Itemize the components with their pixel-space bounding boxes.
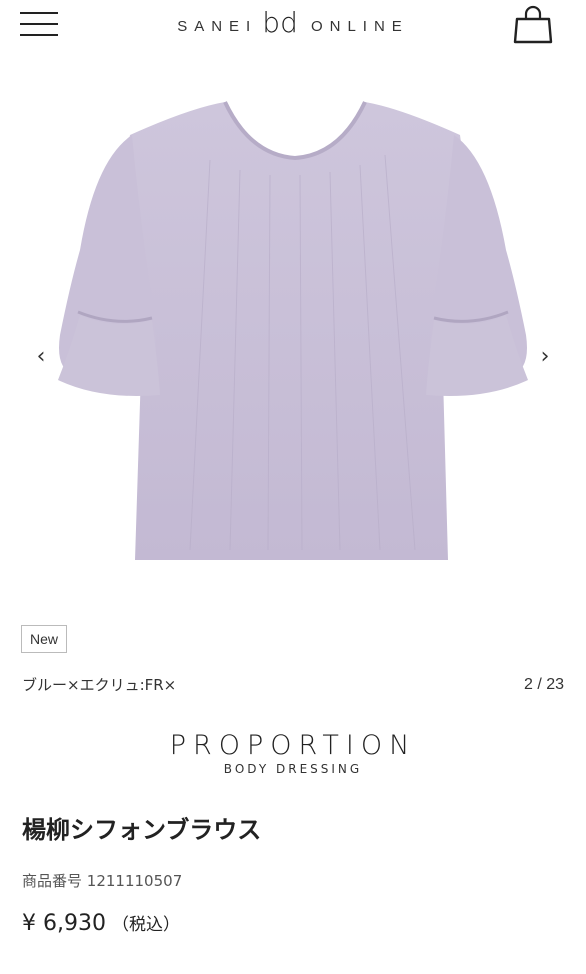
tax-note: （税込） (111, 915, 180, 935)
sku-label: 商品番号 (22, 872, 83, 890)
new-badge: New (21, 625, 68, 653)
product-title: 楊柳シフォンブラウス (22, 816, 262, 844)
site-logo[interactable]: SANEI bd ONLINE (0, 6, 586, 43)
product-price: ¥ 6,930 （税込） (22, 910, 180, 936)
product-image (58, 101, 528, 560)
site-header: SANEI bd ONLINE (0, 0, 586, 48)
selected-color-label: ブルー×エクリュ:FR× (22, 676, 177, 694)
logo-right-text: ONLINE (310, 18, 409, 35)
chevron-right-icon[interactable]: › (533, 342, 557, 372)
price-value: ¥ 6,930 (22, 911, 106, 936)
sku-value: 1211110507 (86, 872, 183, 890)
logo-left-text: SANEI (177, 18, 258, 35)
logo-mark: bd (262, 6, 298, 39)
brand-name: PROPORTION (169, 730, 417, 761)
brand-subtitle: BODY DRESSING (223, 762, 363, 776)
product-sku: 商品番号 1211110507 (22, 870, 182, 891)
chevron-left-icon[interactable]: ‹ (29, 342, 53, 372)
brand-logo[interactable]: PROPORTION BODY DRESSING (0, 730, 586, 777)
shopping-bag-icon[interactable] (512, 3, 554, 45)
image-counter: 2 / 23 (523, 676, 564, 693)
product-image-gallery[interactable]: ‹ › (0, 60, 586, 580)
